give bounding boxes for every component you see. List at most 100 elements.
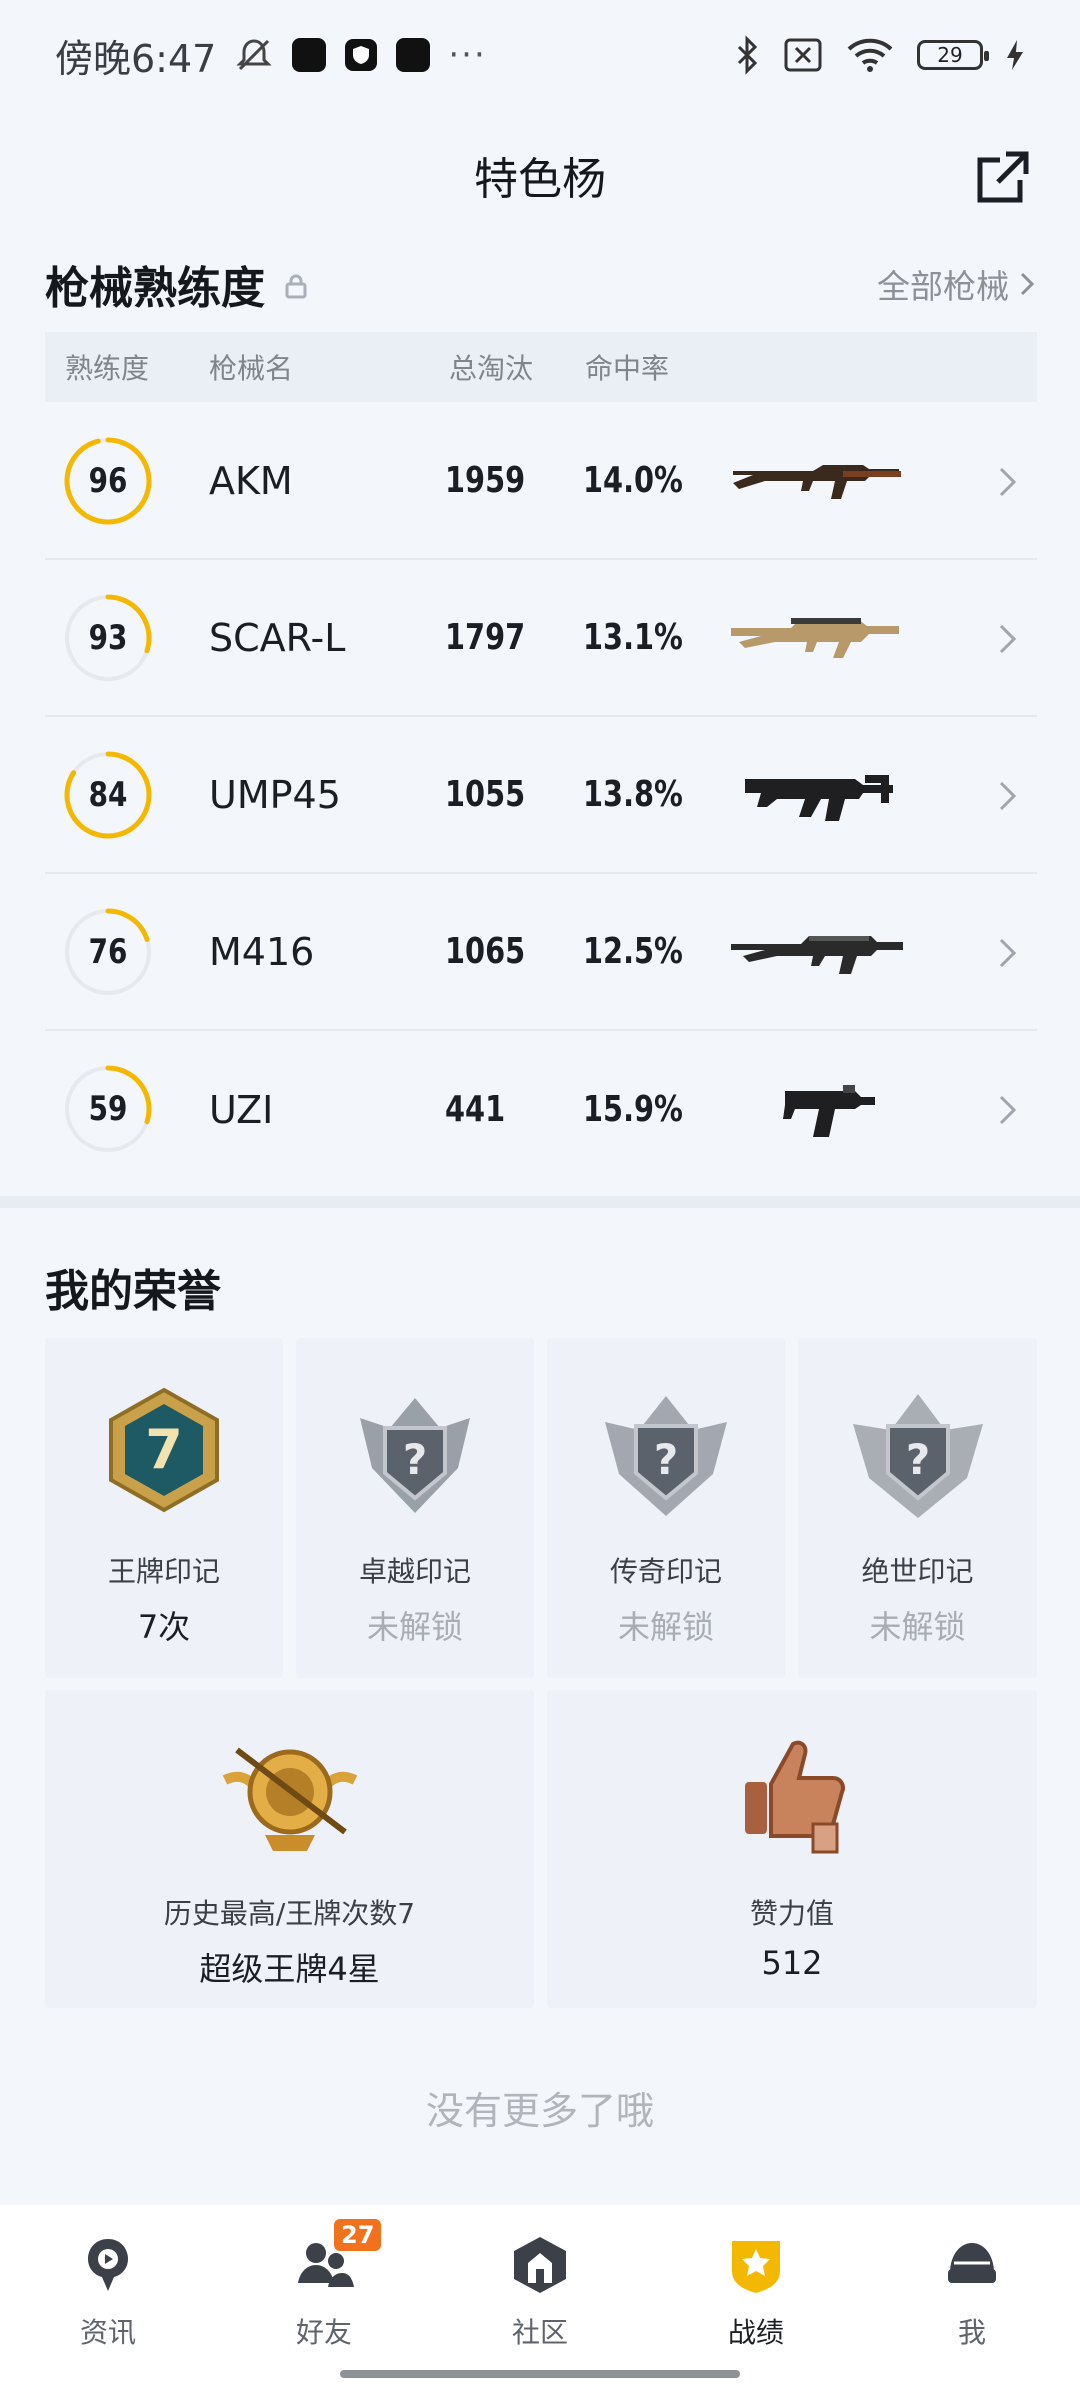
ace-mark-badge-icon: 7 [109,1387,219,1513]
all-weapons-label: 全部枪械 [877,267,1009,306]
excellence-mark-locked-badge-icon: ? [360,1398,470,1513]
nav-item-news[interactable]: 资讯 [0,2205,216,2400]
nav-label: 我 [957,2316,986,2349]
weapon-row[interactable]: 59 UZI 441 15.9% [45,1031,1037,1188]
weapons-table-header: 熟练度 枪械名 总淘汰 命中率 [45,332,1037,402]
weapon-kills: 1065 [445,931,526,972]
honor-label: 传奇印记 [609,1555,722,1588]
honors-section-header: 我的荣誉 [45,1255,1035,1319]
column-total-kills: 总淘汰 [449,352,534,385]
me-icon [948,2243,996,2283]
honor-value: 超级王牌4星 [199,1950,380,1988]
honor-value: 未解锁 [366,1608,463,1646]
chevron-right-icon [1020,272,1035,296]
honor-card-highest-tier[interactable]: 历史最高/王牌次数7 超级王牌4星 [45,1690,534,2008]
share-icon[interactable] [972,148,1032,208]
ace-mark-badge-number: 7 [145,1418,183,1481]
weapon-kills: 1797 [445,617,526,658]
weapon-name: AKM [209,458,293,503]
nav-label: 资讯 [79,2316,136,2349]
honor-value: 未解锁 [869,1608,966,1646]
weapons-list: 96 AKM 1959 14.0% 93 SCAR-L 1797 13.1% 84 UMP45 10… [45,403,1037,1188]
home-indicator[interactable] [340,2370,740,2378]
uzi-smg-icon [783,1085,875,1137]
chevron-right-icon [999,1095,1017,1125]
weapon-name: SCAR-L [209,615,346,660]
wifi-icon [847,38,893,72]
weapon-row[interactable]: 93 SCAR-L 1797 13.1% [45,560,1037,717]
news-icon [88,2239,128,2291]
proficiency-value: 59 [88,1089,128,1129]
weapons-section-title: 枪械熟练度 [45,263,265,314]
honor-card-likes[interactable]: 赞力值 512 [547,1690,1037,2008]
honor-card-peerless-mark[interactable]: ? 绝世印记 未解锁 [798,1338,1037,1678]
highest-tier-badge-icon [222,1747,357,1851]
weapon-hit-rate: 13.1% [583,617,683,658]
no-more-text: 没有更多了哦 [425,2089,654,2133]
sim-off-icon [784,38,822,72]
weapon-hit-rate: 15.9% [583,1089,683,1130]
status-right: 29 [735,35,1025,75]
column-hit-rate: 命中率 [585,352,670,385]
battery-indicator: 29 [917,40,989,70]
nav-label: 好友 [295,2316,352,2349]
honor-value: 7次 [137,1608,191,1646]
proficiency-value: 84 [88,775,128,815]
weapon-kills: 441 [445,1089,506,1130]
honor-card-excellence-mark[interactable]: ? 卓越印记 未解锁 [296,1338,534,1678]
weapon-hit-rate: 13.8% [583,774,683,815]
column-weapon-name: 枪械名 [209,352,294,385]
status-left: 傍晚6:47 ··· [55,28,487,83]
honor-label: 赞力值 [749,1897,834,1930]
nav-label: 战绩 [727,2316,784,2349]
all-weapons-link[interactable]: 全部枪械 [877,260,1035,308]
legend-mark-locked-badge-icon: ? [605,1396,727,1516]
bottom-nav: 资讯 27 好友 社区 战绩 我 [0,2205,1080,2400]
thumbs-up-icon [745,1740,845,1854]
weapon-kills: 1959 [445,460,526,501]
honor-card-ace-mark[interactable]: 7 王牌印记 7次 [45,1338,283,1678]
honor-label: 卓越印记 [358,1555,471,1588]
weapon-kills: 1055 [445,774,526,815]
community-icon [514,2237,566,2293]
shield-notification-icon [345,39,378,71]
honors-section-title: 我的荣誉 [45,1266,221,1317]
app-notification-icon [292,38,327,72]
weapon-name: UZI [209,1087,274,1132]
chevron-right-icon [999,467,1017,497]
weapon-row[interactable]: 96 AKM 1959 14.0% [45,403,1037,560]
badge-question-mark: ? [654,1435,678,1484]
akm-rifle-icon [733,465,901,499]
weapon-hit-rate: 14.0% [583,460,683,501]
weapon-name: UMP45 [209,772,341,817]
weapon-row[interactable]: 84 UMP45 1055 13.8% [45,717,1037,874]
nav-label: 社区 [511,2316,568,2349]
proficiency-value: 76 [88,932,128,972]
weapon-row[interactable]: 76 M416 1065 12.5% [45,874,1037,1031]
honor-value: 未解锁 [617,1608,714,1646]
lock-icon [285,274,307,299]
chevron-right-icon [999,781,1017,811]
m416-rifle-icon [731,936,903,974]
status-time: 傍晚6:47 [55,36,217,81]
app-notification-icon [396,38,431,72]
honor-label: 绝世印记 [861,1555,974,1588]
honor-label: 历史最高/王牌次数7 [163,1897,416,1930]
chevron-right-icon [999,624,1017,654]
chevron-right-icon [999,938,1017,968]
proficiency-value: 96 [88,461,128,501]
friends-count-badge: 27 [334,2219,382,2251]
honor-value: 512 [761,1944,823,1982]
section-divider [0,1196,1080,1208]
weapons-section-header: 枪械熟练度 全部枪械 [45,252,1035,316]
honor-label: 王牌印记 [107,1555,220,1588]
nav-item-me[interactable]: 我 [864,2205,1080,2400]
more-notifications: ··· [448,35,487,75]
ump-smg-icon [745,775,893,821]
mute-icon [236,39,272,71]
honor-card-legend-mark[interactable]: ? 传奇印记 未解锁 [547,1338,785,1678]
weapon-name: M416 [209,929,315,974]
page-title: 特色杨 [474,154,606,205]
peerless-mark-locked-badge-icon: ? [852,1394,983,1518]
page-header: 特色杨 [0,110,1080,240]
